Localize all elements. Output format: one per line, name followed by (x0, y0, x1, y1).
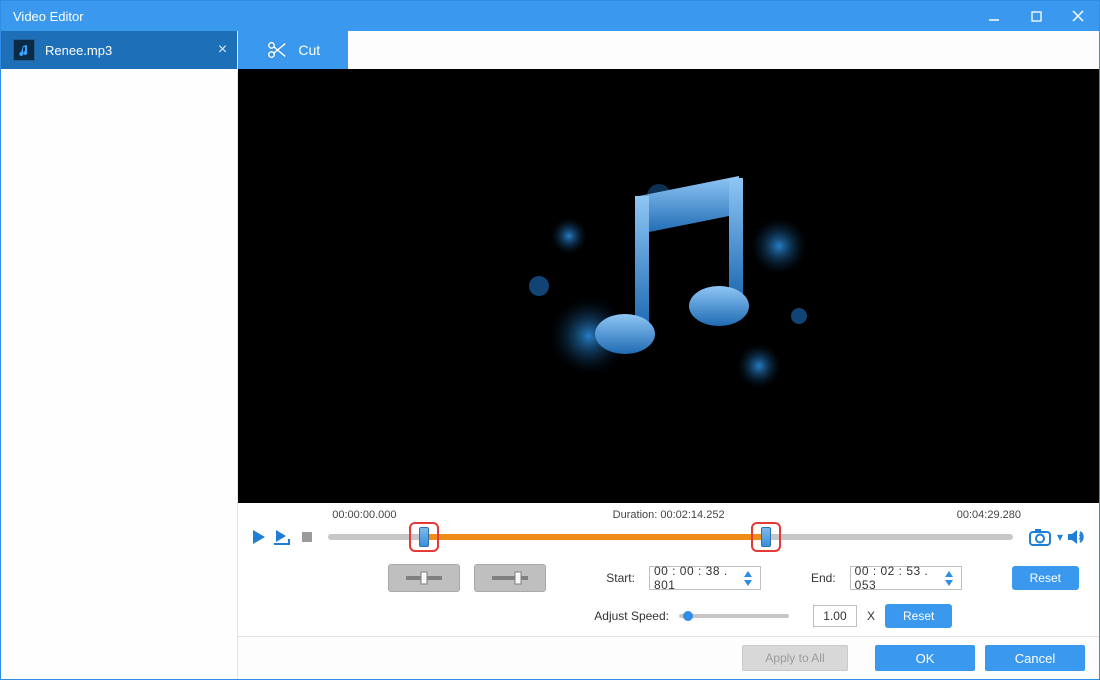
minimize-button[interactable] (973, 1, 1015, 31)
play-segment-button[interactable] (274, 528, 292, 546)
minimize-icon (988, 10, 1000, 22)
stop-icon (301, 531, 313, 543)
scissors-icon (266, 39, 288, 61)
play-segment-icon (274, 529, 292, 545)
trim-start-handle[interactable] (409, 522, 439, 552)
maximize-icon (1031, 11, 1042, 22)
timeline-start-label: 00:00:00.000 (332, 509, 396, 521)
preview-area (238, 69, 1099, 503)
end-time-up-icon[interactable] (943, 570, 955, 578)
mark-out-icon (490, 571, 530, 585)
close-icon (1072, 10, 1084, 22)
timeline-selection (424, 534, 766, 540)
end-label: End: (811, 571, 836, 585)
file-tab-label: Renee.mp3 (45, 43, 112, 58)
snapshot-button[interactable] (1029, 527, 1053, 547)
timeline-row: 00:00:00.000 Duration: 00:02:14.252 00:0… (238, 503, 1099, 548)
ok-button[interactable]: OK (875, 645, 975, 671)
speed-value-input[interactable]: 1.00 (813, 605, 857, 627)
start-time-down-icon[interactable] (742, 579, 754, 587)
start-time-value: 00 : 00 : 38 . 801 (654, 564, 742, 592)
timeline-end-label: 00:04:29.280 (957, 509, 1021, 521)
cut-controls: Start: 00 : 00 : 38 . 801 End: 00 : 02 :… (238, 548, 1099, 636)
trim-end-handle[interactable] (751, 522, 781, 552)
timeline-labels: 00:00:00.000 Duration: 00:02:14.252 00:0… (250, 509, 1087, 522)
cancel-button[interactable]: Cancel (985, 645, 1085, 671)
end-time-input[interactable]: 00 : 02 : 53 . 053 (850, 566, 962, 590)
start-label: Start: (606, 571, 635, 585)
file-tab-close-icon[interactable]: × (218, 41, 227, 59)
music-artwork-icon (479, 136, 859, 436)
play-icon (251, 529, 267, 545)
timeline-track[interactable] (328, 526, 1013, 548)
play-button[interactable] (250, 528, 268, 546)
stop-button[interactable] (298, 528, 316, 546)
volume-icon (1067, 529, 1087, 545)
reset-trim-button[interactable]: Reset (1012, 566, 1079, 590)
reset-speed-button[interactable]: Reset (885, 604, 952, 628)
main-panel: Cut (238, 31, 1099, 679)
editor-toolbar: Cut (238, 31, 1099, 69)
mark-in-icon (404, 571, 444, 585)
end-time-value: 00 : 02 : 53 . 053 (855, 564, 943, 592)
mark-out-button[interactable] (474, 564, 546, 592)
timeline-duration-label: Duration: 00:02:14.252 (613, 509, 725, 521)
audio-file-icon (13, 39, 35, 61)
app-window: Video Editor Renee.mp3 × (0, 0, 1100, 680)
speed-label: Adjust Speed: (594, 609, 669, 623)
snapshot-dropdown-icon[interactable]: ▾ (1057, 530, 1063, 544)
start-time-up-icon[interactable] (742, 570, 754, 578)
trim-handle-icon (761, 527, 771, 547)
mark-in-button[interactable] (388, 564, 460, 592)
footer-bar: Apply to All OK Cancel (238, 636, 1099, 679)
trim-handle-icon (419, 527, 429, 547)
close-button[interactable] (1057, 1, 1099, 31)
speed-unit: X (867, 609, 875, 623)
window-title: Video Editor (13, 9, 973, 24)
file-tab[interactable]: Renee.mp3 × (1, 31, 237, 69)
volume-button[interactable] (1067, 528, 1087, 546)
speed-slider[interactable] (679, 614, 789, 618)
camera-icon (1029, 528, 1053, 546)
maximize-button[interactable] (1015, 1, 1057, 31)
speed-slider-thumb[interactable] (683, 611, 693, 621)
file-sidebar: Renee.mp3 × (1, 31, 238, 679)
title-bar: Video Editor (1, 1, 1099, 31)
end-time-down-icon[interactable] (943, 579, 955, 587)
start-time-input[interactable]: 00 : 00 : 38 . 801 (649, 566, 761, 590)
apply-to-all-button[interactable]: Apply to All (742, 645, 847, 671)
cut-tool-button[interactable]: Cut (238, 31, 348, 69)
cut-tool-label: Cut (298, 42, 320, 58)
